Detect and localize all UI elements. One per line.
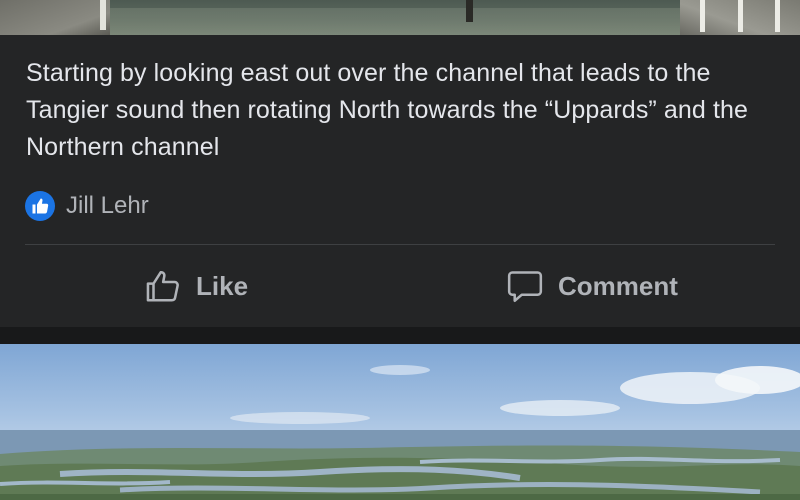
marsh-panorama-photo[interactable]: [0, 344, 800, 500]
like-label: Like: [196, 270, 249, 301]
post-actions: Like Comment: [0, 245, 800, 327]
reactions-summary[interactable]: Jill Lehr: [25, 191, 149, 221]
dock-rail: [738, 0, 743, 32]
dock-left: [0, 0, 110, 35]
reactor-name[interactable]: Jill Lehr: [66, 192, 149, 220]
water: [110, 8, 680, 35]
thumbs-up-outline-icon: [144, 267, 182, 305]
comment-button[interactable]: Comment: [506, 245, 678, 327]
thumbs-up-icon: [25, 191, 55, 221]
dock-rail: [775, 0, 780, 32]
piling: [466, 0, 473, 22]
dock-rail: [700, 0, 705, 32]
like-button[interactable]: Like: [144, 245, 248, 327]
previous-post-photo[interactable]: [0, 0, 800, 35]
post-caption: Starting by looking east out over the ch…: [26, 59, 748, 161]
comment-label: Comment: [558, 270, 678, 301]
feed-separator: [0, 327, 800, 344]
post-card: Starting by looking east out over the ch…: [0, 35, 800, 327]
marsh-landscape: [0, 365, 800, 500]
comment-bubble-icon: [506, 267, 544, 305]
